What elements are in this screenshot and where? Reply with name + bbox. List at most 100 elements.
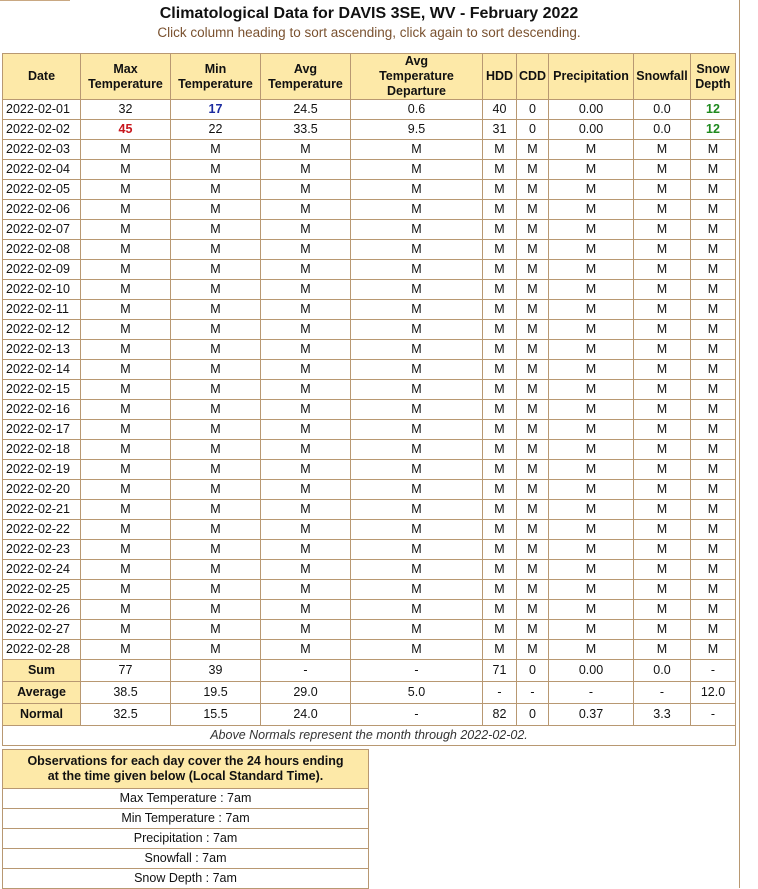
cell-precip: M bbox=[548, 439, 634, 460]
cell-precip: M bbox=[548, 299, 634, 320]
cell-avg_dep: M bbox=[350, 219, 483, 240]
cell-snowfall: M bbox=[633, 239, 691, 260]
table-row: 2022-02-19 M M M M M M M M M bbox=[2, 459, 736, 480]
col-header-snow-depth[interactable]: Snow Depth bbox=[690, 53, 736, 100]
summary-cell-cdd: 0 bbox=[516, 659, 549, 682]
summary-cell-min_temp: 39 bbox=[170, 659, 261, 682]
cell-min_temp: M bbox=[170, 319, 261, 340]
cell-avg_dep: M bbox=[350, 639, 483, 660]
cell-avg_dep: M bbox=[350, 419, 483, 440]
cell-avg_temp: M bbox=[260, 559, 351, 580]
cell-min_temp: M bbox=[170, 239, 261, 260]
cell-cdd: M bbox=[516, 219, 549, 240]
cell-min_temp: M bbox=[170, 579, 261, 600]
obs-time-precipitation: Precipitation : 7am bbox=[2, 828, 369, 849]
cell-date: 2022-02-08 bbox=[2, 239, 81, 260]
table-row: 2022-02-09 M M M M M M M M M bbox=[2, 259, 736, 280]
cell-hdd: M bbox=[482, 339, 517, 360]
cell-snow_depth: M bbox=[690, 359, 736, 380]
cell-max_temp: M bbox=[80, 139, 171, 160]
cell-avg_dep: M bbox=[350, 499, 483, 520]
cell-date: 2022-02-04 bbox=[2, 159, 81, 180]
cell-min_temp: M bbox=[170, 639, 261, 660]
table-row: 2022-02-07 M M M M M M M M M bbox=[2, 219, 736, 240]
top-edge-line bbox=[0, 0, 70, 1]
cell-min_temp: M bbox=[170, 519, 261, 540]
col-header-hdd[interactable]: HDD bbox=[482, 53, 517, 100]
col-header-max-temperature[interactable]: Max Temperature bbox=[80, 53, 171, 100]
cell-snowfall: M bbox=[633, 299, 691, 320]
cell-precip: M bbox=[548, 639, 634, 660]
cell-precip: M bbox=[548, 139, 634, 160]
cell-max_temp: M bbox=[80, 619, 171, 640]
cell-hdd: M bbox=[482, 439, 517, 460]
cell-max_temp: M bbox=[80, 359, 171, 380]
col-header-snowfall[interactable]: Snowfall bbox=[633, 53, 691, 100]
cell-avg_dep: M bbox=[350, 199, 483, 220]
cell-cdd: M bbox=[516, 239, 549, 260]
col-header-date[interactable]: Date bbox=[2, 53, 81, 100]
cell-precip: M bbox=[548, 459, 634, 480]
cell-hdd: M bbox=[482, 259, 517, 280]
cell-avg_temp: M bbox=[260, 519, 351, 540]
cell-avg_dep: 0.6 bbox=[350, 99, 483, 120]
cell-snowfall: M bbox=[633, 319, 691, 340]
cell-max_temp: 45 bbox=[80, 119, 171, 140]
cell-date: 2022-02-11 bbox=[2, 299, 81, 320]
cell-avg_temp: M bbox=[260, 279, 351, 300]
cell-snowfall: M bbox=[633, 359, 691, 380]
cell-avg_temp: M bbox=[260, 539, 351, 560]
cell-hdd: M bbox=[482, 159, 517, 180]
cell-snow_depth: M bbox=[690, 139, 736, 160]
col-header-avg-temperature[interactable]: Avg Temperature bbox=[260, 53, 351, 100]
cell-avg_dep: M bbox=[350, 619, 483, 640]
cell-hdd: M bbox=[482, 399, 517, 420]
cell-avg_dep: M bbox=[350, 459, 483, 480]
cell-hdd: M bbox=[482, 599, 517, 620]
col-header-avg-temperature-departure[interactable]: Avg Temperature Departure bbox=[350, 53, 483, 100]
col-header-cdd[interactable]: CDD bbox=[516, 53, 549, 100]
cell-min_temp: M bbox=[170, 299, 261, 320]
cell-min_temp: M bbox=[170, 139, 261, 160]
cell-date: 2022-02-05 bbox=[2, 179, 81, 200]
cell-cdd: M bbox=[516, 339, 549, 360]
summary-cell-snowfall: 3.3 bbox=[633, 703, 691, 726]
cell-cdd: M bbox=[516, 459, 549, 480]
cell-snowfall: M bbox=[633, 459, 691, 480]
summary-row-average: Average 38.5 19.5 29.0 5.0- - - -12.0 bbox=[2, 681, 736, 704]
cell-precip: M bbox=[548, 619, 634, 640]
cell-precip: M bbox=[548, 579, 634, 600]
cell-snowfall: M bbox=[633, 159, 691, 180]
cell-max_temp: M bbox=[80, 299, 171, 320]
cell-max_temp: M bbox=[80, 639, 171, 660]
cell-avg_dep: M bbox=[350, 259, 483, 280]
cell-max_temp: M bbox=[80, 199, 171, 220]
summary-cell-hdd: 82 bbox=[482, 703, 517, 726]
cell-avg_temp: M bbox=[260, 239, 351, 260]
cell-avg_dep: M bbox=[350, 299, 483, 320]
cell-precip: M bbox=[548, 359, 634, 380]
cell-min_temp: M bbox=[170, 599, 261, 620]
cell-cdd: 0 bbox=[516, 119, 549, 140]
cell-precip: M bbox=[548, 419, 634, 440]
cell-max_temp: M bbox=[80, 159, 171, 180]
cell-hdd: M bbox=[482, 559, 517, 580]
summary-cell-cdd: - bbox=[516, 681, 549, 704]
col-header-min-temperature[interactable]: Min Temperature bbox=[170, 53, 261, 100]
table-row: 2022-02-13 M M M M M M M M M bbox=[2, 339, 736, 360]
cell-date: 2022-02-28 bbox=[2, 639, 81, 660]
cell-precip: M bbox=[548, 319, 634, 340]
cell-min_temp: M bbox=[170, 219, 261, 240]
cell-hdd: M bbox=[482, 239, 517, 260]
cell-date: 2022-02-21 bbox=[2, 499, 81, 520]
cell-max_temp: M bbox=[80, 259, 171, 280]
summary-cell-avg_temp: 24.0 bbox=[260, 703, 351, 726]
table-row: 2022-02-08 M M M M M M M M M bbox=[2, 239, 736, 260]
cell-precip: M bbox=[548, 519, 634, 540]
cell-snow_depth: M bbox=[690, 559, 736, 580]
cell-date: 2022-02-07 bbox=[2, 219, 81, 240]
col-header-precipitation[interactable]: Precipitation bbox=[548, 53, 634, 100]
cell-date: 2022-02-18 bbox=[2, 439, 81, 460]
summary-cell-hdd: 71 bbox=[482, 659, 517, 682]
cell-avg_temp: M bbox=[260, 199, 351, 220]
